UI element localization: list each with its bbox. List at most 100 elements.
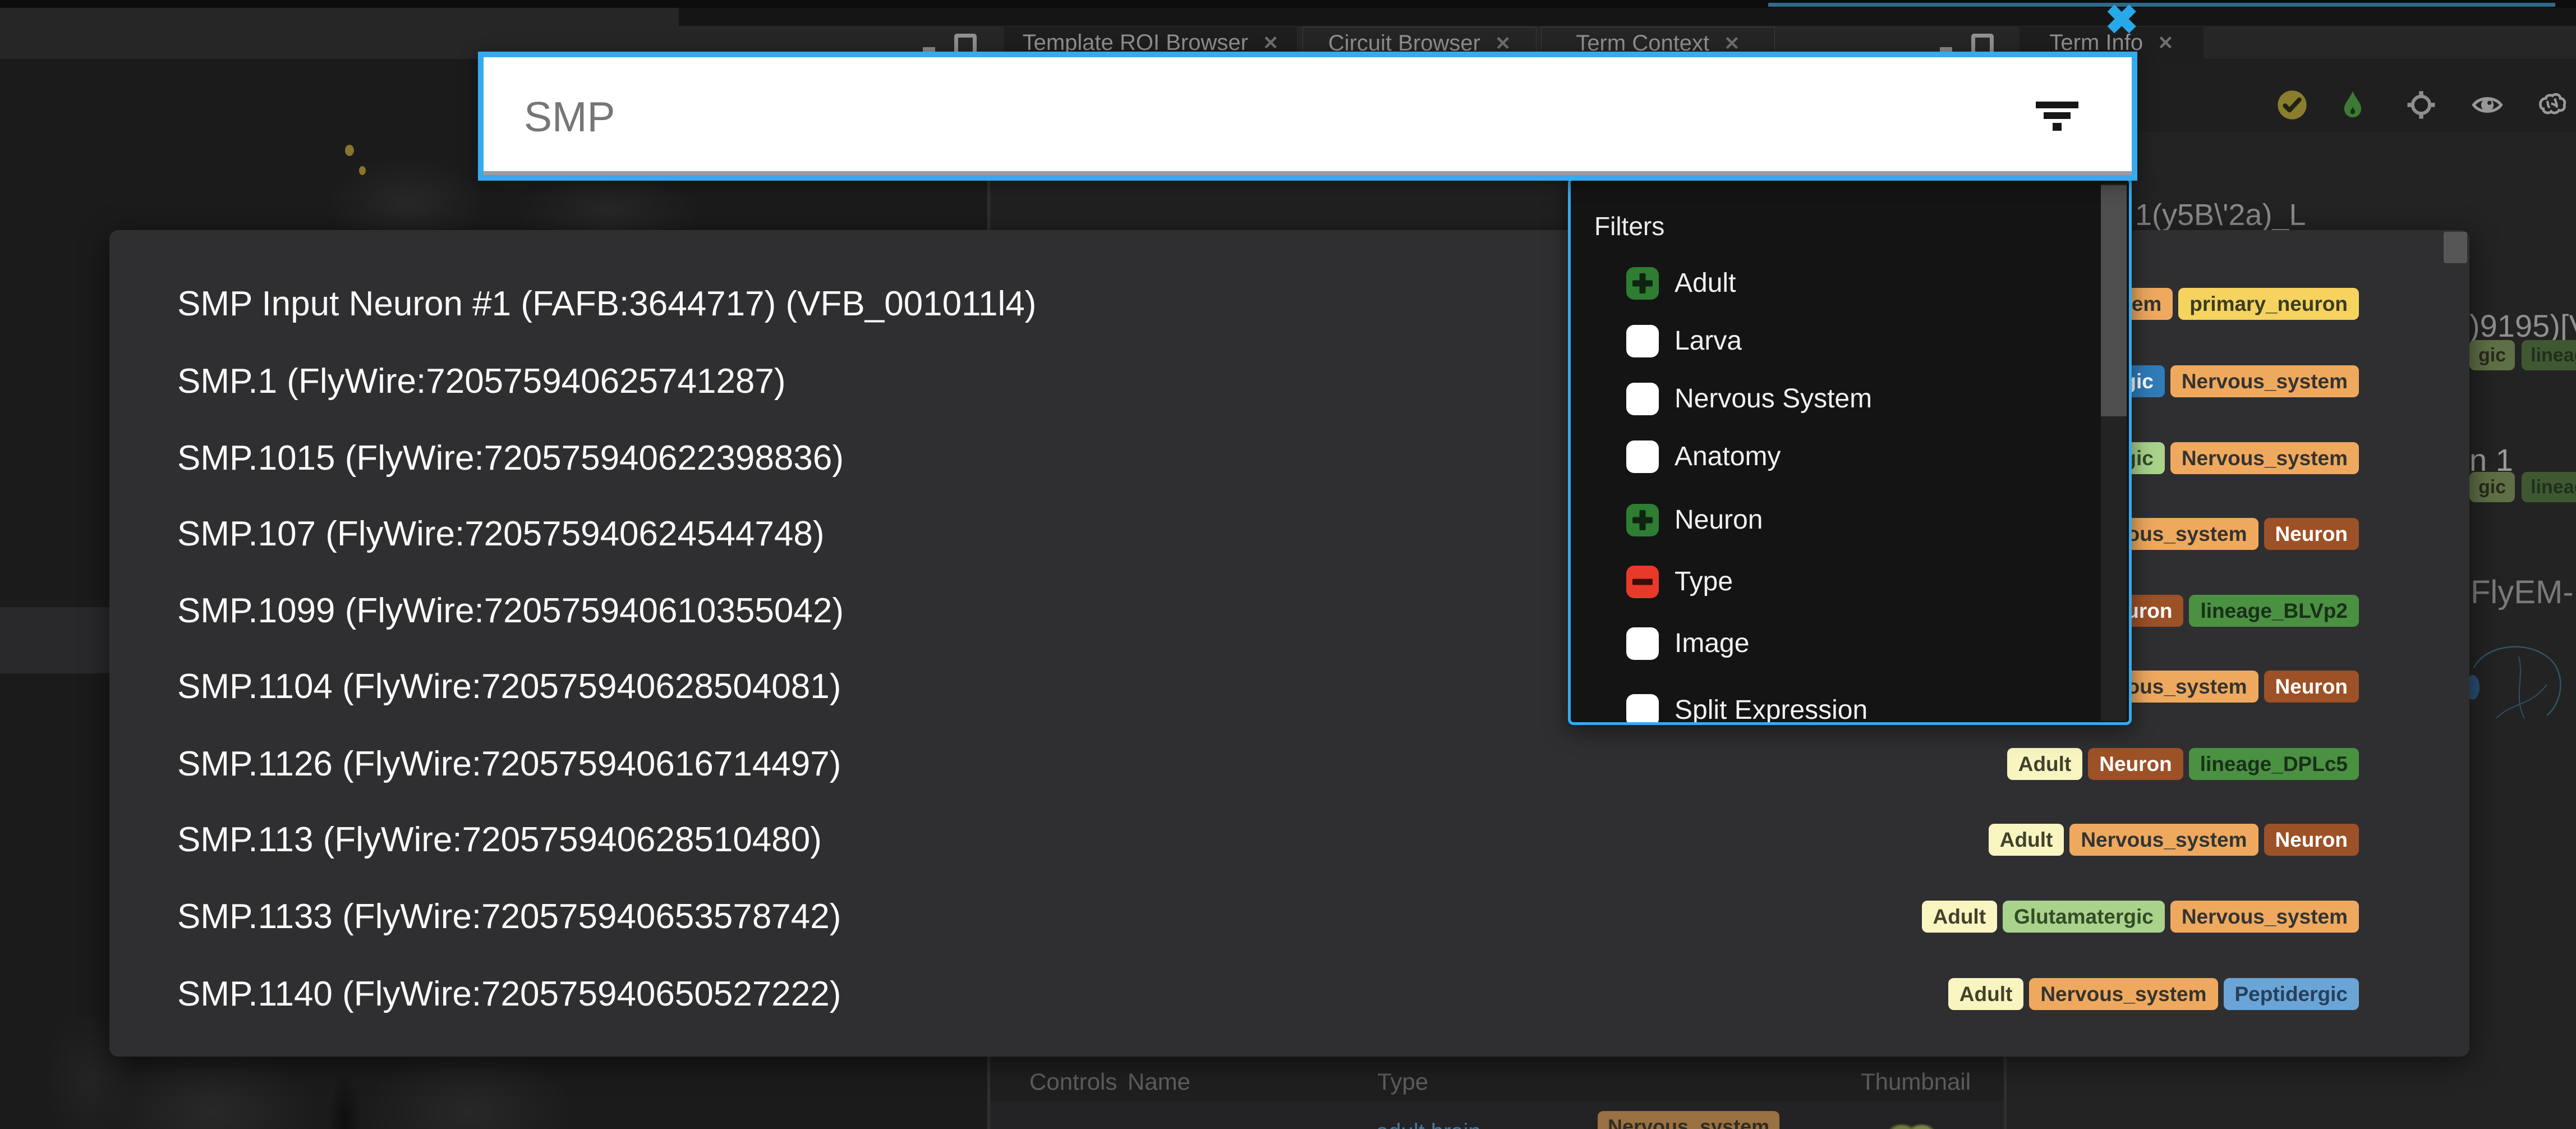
- filter-label: Split Expression: [1675, 694, 1867, 725]
- header-dark-strip: [679, 8, 2576, 26]
- tag-peptidergic: Peptidergic: [2224, 978, 2359, 1010]
- type-link[interactable]: adult brain: [1376, 1119, 1481, 1129]
- filter-label: Adult: [1675, 267, 1736, 300]
- filter-option-type[interactable]: Type: [1571, 566, 2129, 599]
- filters-scrollbar[interactable]: [2101, 185, 2127, 416]
- tag-neuron: Neuron: [2088, 748, 2183, 780]
- tag-fragment: lineag: [2522, 340, 2576, 370]
- tag-nervous-system: Nervous_system: [2170, 901, 2359, 933]
- filter-label: Image: [1675, 627, 1749, 660]
- template-fragment: FlyEM-H: [2471, 573, 2576, 611]
- filter-option-neuron[interactable]: Neuron: [1571, 504, 2129, 538]
- column-controls: Controls: [1029, 1068, 1117, 1095]
- result-tags: AdultGlutamatergicNervous_system: [1922, 901, 2359, 933]
- search-result-row[interactable]: SMP.113 (FlyWire:720575940628510480) Adul…: [109, 821, 2469, 859]
- filter-option-nervous-system[interactable]: Nervous System: [1571, 383, 2129, 416]
- close-icon[interactable]: ✕: [1263, 32, 1279, 54]
- layers-table-header: Controls Name Type Thumbnail: [990, 1059, 2004, 1101]
- tag-fragment: gic: [2469, 340, 2515, 370]
- checkbox-empty-icon[interactable]: [1626, 383, 1659, 415]
- tag-fragment: gic: [2469, 472, 2515, 502]
- term-name-fragment: 1(y5B\'2a)_L: [2135, 198, 2306, 232]
- neuron-highlight-speck: [345, 145, 354, 156]
- tag-nervous-system: Nervous_system: [2029, 978, 2218, 1010]
- result-name[interactable]: SMP Input Neuron #1 (FAFB:3644717) (VFB_…: [177, 285, 1036, 323]
- filter-option-anatomy[interactable]: Anatomy: [1571, 440, 2129, 474]
- search-divider: [484, 171, 2132, 175]
- crosshair-icon[interactable]: [2405, 89, 2437, 121]
- tag-primary-neuron: primary_neuron: [2178, 288, 2359, 320]
- search-result-row[interactable]: SMP.1140 (FlyWire:720575940650527222) Adu…: [109, 975, 2469, 1013]
- tag-neuron: Neuron: [2264, 671, 2359, 703]
- dimmed-tag-row: gic lineag: [2469, 472, 2576, 502]
- filter-label: Type: [1675, 566, 1733, 598]
- check-circle-icon[interactable]: [2276, 89, 2308, 121]
- column-type: Type: [1377, 1068, 1428, 1095]
- tag-adult: Adult: [1989, 824, 2064, 856]
- filter-label: Larva: [1675, 325, 1742, 357]
- search-result-row[interactable]: SMP.1126 (FlyWire:720575940616714497) Adu…: [109, 745, 2469, 783]
- result-name[interactable]: SMP.1133 (FlyWire:720575940653578742): [177, 898, 841, 936]
- nervous-system-tag: Nervous_system: [1598, 1111, 1779, 1129]
- eye-icon[interactable]: [2472, 89, 2503, 121]
- droplet-icon[interactable]: [2337, 89, 2368, 121]
- filter-label: Nervous System: [1675, 383, 1872, 415]
- thumbnail-image: [1888, 1123, 1935, 1129]
- tag-adult: Adult: [1922, 901, 1998, 933]
- dimmed-tag-row: gic lineag: [2469, 340, 2576, 370]
- result-name[interactable]: SMP.1126 (FlyWire:720575940616714497): [177, 745, 841, 783]
- tag-fragment: lineag: [2522, 472, 2576, 502]
- result-name[interactable]: SMP.1099 (FlyWire:720575940610355042): [177, 592, 844, 630]
- filters-dropdown: Filters Adult Larva Nervous System Anatomy N…: [1568, 177, 2132, 725]
- close-icon[interactable]: ✕: [2158, 32, 2174, 54]
- filter-option-split-expression[interactable]: Split Expression: [1571, 694, 2129, 725]
- filter-funnel-icon[interactable]: [2036, 102, 2078, 131]
- result-tags: AdultNervous_systemPeptidergic: [1948, 978, 2359, 1010]
- checkbox-include-icon[interactable]: [1626, 267, 1659, 300]
- close-overlay-icon[interactable]: ✖: [2105, 0, 2138, 40]
- tag-lineage-dplc5: lineage_DPLc5: [2189, 748, 2359, 780]
- column-thumbnail: Thumbnail: [1861, 1068, 1971, 1095]
- top-panel-edge: [1768, 3, 2555, 7]
- tag-neuron: Neuron: [2264, 518, 2359, 550]
- filter-option-image[interactable]: Image: [1571, 627, 2129, 661]
- checkbox-exclude-icon[interactable]: [1626, 566, 1659, 598]
- checkbox-empty-icon[interactable]: [1626, 694, 1659, 725]
- result-tags: AdultNeuronlineage_DPLc5: [2007, 748, 2359, 780]
- tag-adult: Adult: [2007, 748, 2083, 780]
- result-name[interactable]: SMP.107 (FlyWire:720575940624544748): [177, 515, 825, 553]
- result-tags: AdultNervous_systemNeuron: [1989, 824, 2359, 856]
- checkbox-include-icon[interactable]: [1626, 504, 1659, 536]
- filter-option-larva[interactable]: Larva: [1571, 325, 2129, 359]
- checkbox-empty-icon[interactable]: [1626, 325, 1659, 357]
- tag-nervous-system: Nervous_system: [2170, 365, 2359, 397]
- neuron-skeleton-sketch: [2463, 634, 2575, 729]
- search-input[interactable]: [523, 57, 1815, 176]
- result-name[interactable]: SMP.1104 (FlyWire:720575940628504081): [177, 668, 841, 706]
- column-name: Name: [1128, 1068, 1190, 1095]
- search-result-row[interactable]: SMP.1133 (FlyWire:720575940653578742) Adu…: [109, 898, 2469, 936]
- checkbox-empty-icon[interactable]: [1626, 440, 1659, 473]
- filter-option-adult[interactable]: Adult: [1571, 267, 2129, 301]
- tag-glutamatergic: Glutamatergic: [2003, 901, 2165, 933]
- result-name[interactable]: SMP.1140 (FlyWire:720575940650527222): [177, 975, 841, 1013]
- result-name[interactable]: SMP.1015 (FlyWire:720575940622398836): [177, 439, 844, 478]
- search-bar: [478, 52, 2137, 181]
- filter-label: Anatomy: [1675, 440, 1781, 473]
- brain-network-icon[interactable]: [2537, 89, 2568, 121]
- tag-nervous-system: Nervous_system: [2170, 442, 2359, 474]
- filter-label: Neuron: [1675, 504, 1763, 536]
- vfb-app-screen: Template ROI Browser ✕ Circuit Browser ✕…: [0, 0, 2576, 1129]
- filters-title: Filters: [1594, 211, 1664, 241]
- result-name[interactable]: SMP.1 (FlyWire:720575940625741287): [177, 362, 786, 401]
- tag-nervous-system: Nervous_system: [2069, 824, 2258, 856]
- id-fragment: )9195)[VF: [2469, 308, 2576, 344]
- tag-adult: Adult: [1948, 978, 2024, 1010]
- neuron-highlight-speck: [359, 166, 366, 175]
- results-scrollbar[interactable]: [2444, 232, 2467, 263]
- result-name[interactable]: SMP.113 (FlyWire:720575940628510480): [177, 821, 822, 859]
- tag-neuron: Neuron: [2264, 824, 2359, 856]
- checkbox-empty-icon[interactable]: [1626, 627, 1659, 660]
- tag-lineage-blvp2: lineage_BLVp2: [2189, 595, 2359, 627]
- layers-table-row: adult brain Nervous_system: [990, 1101, 2004, 1129]
